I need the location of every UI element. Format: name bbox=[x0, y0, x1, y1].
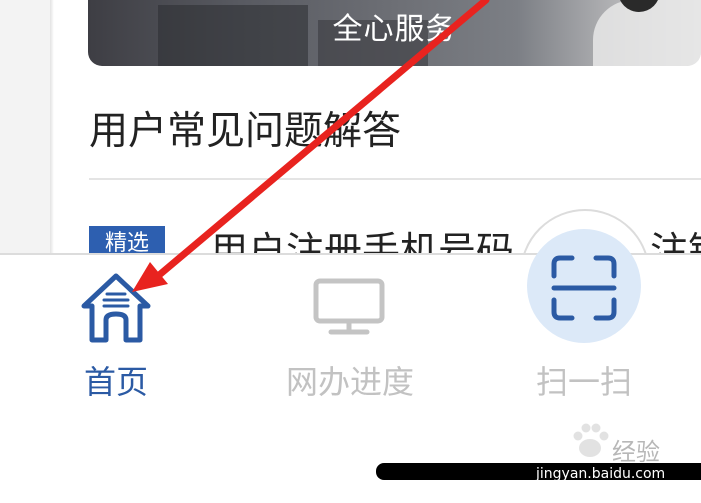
scan-icon bbox=[551, 255, 617, 321]
featured-badge: 精选 bbox=[89, 226, 165, 256]
tab-online-progress[interactable]: 网办进度 bbox=[270, 357, 430, 403]
home-icon[interactable] bbox=[80, 272, 152, 344]
watermark-url: jingyan.baidu.com bbox=[536, 466, 666, 482]
tab-scan[interactable]: 扫一扫 bbox=[520, 357, 648, 403]
watermark-label: 经验 bbox=[612, 438, 660, 466]
faq-section-title: 用户常见问题解答 bbox=[89, 109, 402, 154]
left-edge-background bbox=[0, 0, 52, 255]
monitor-icon[interactable] bbox=[313, 278, 385, 336]
paw-logo-icon bbox=[573, 423, 609, 457]
banner-caption: 全心服务 bbox=[332, 12, 457, 47]
service-banner[interactable]: 全心服务 bbox=[88, 0, 701, 66]
section-divider bbox=[89, 178, 701, 180]
tab-home[interactable]: 首页 bbox=[80, 357, 152, 403]
left-edge-shadow bbox=[50, 0, 54, 255]
